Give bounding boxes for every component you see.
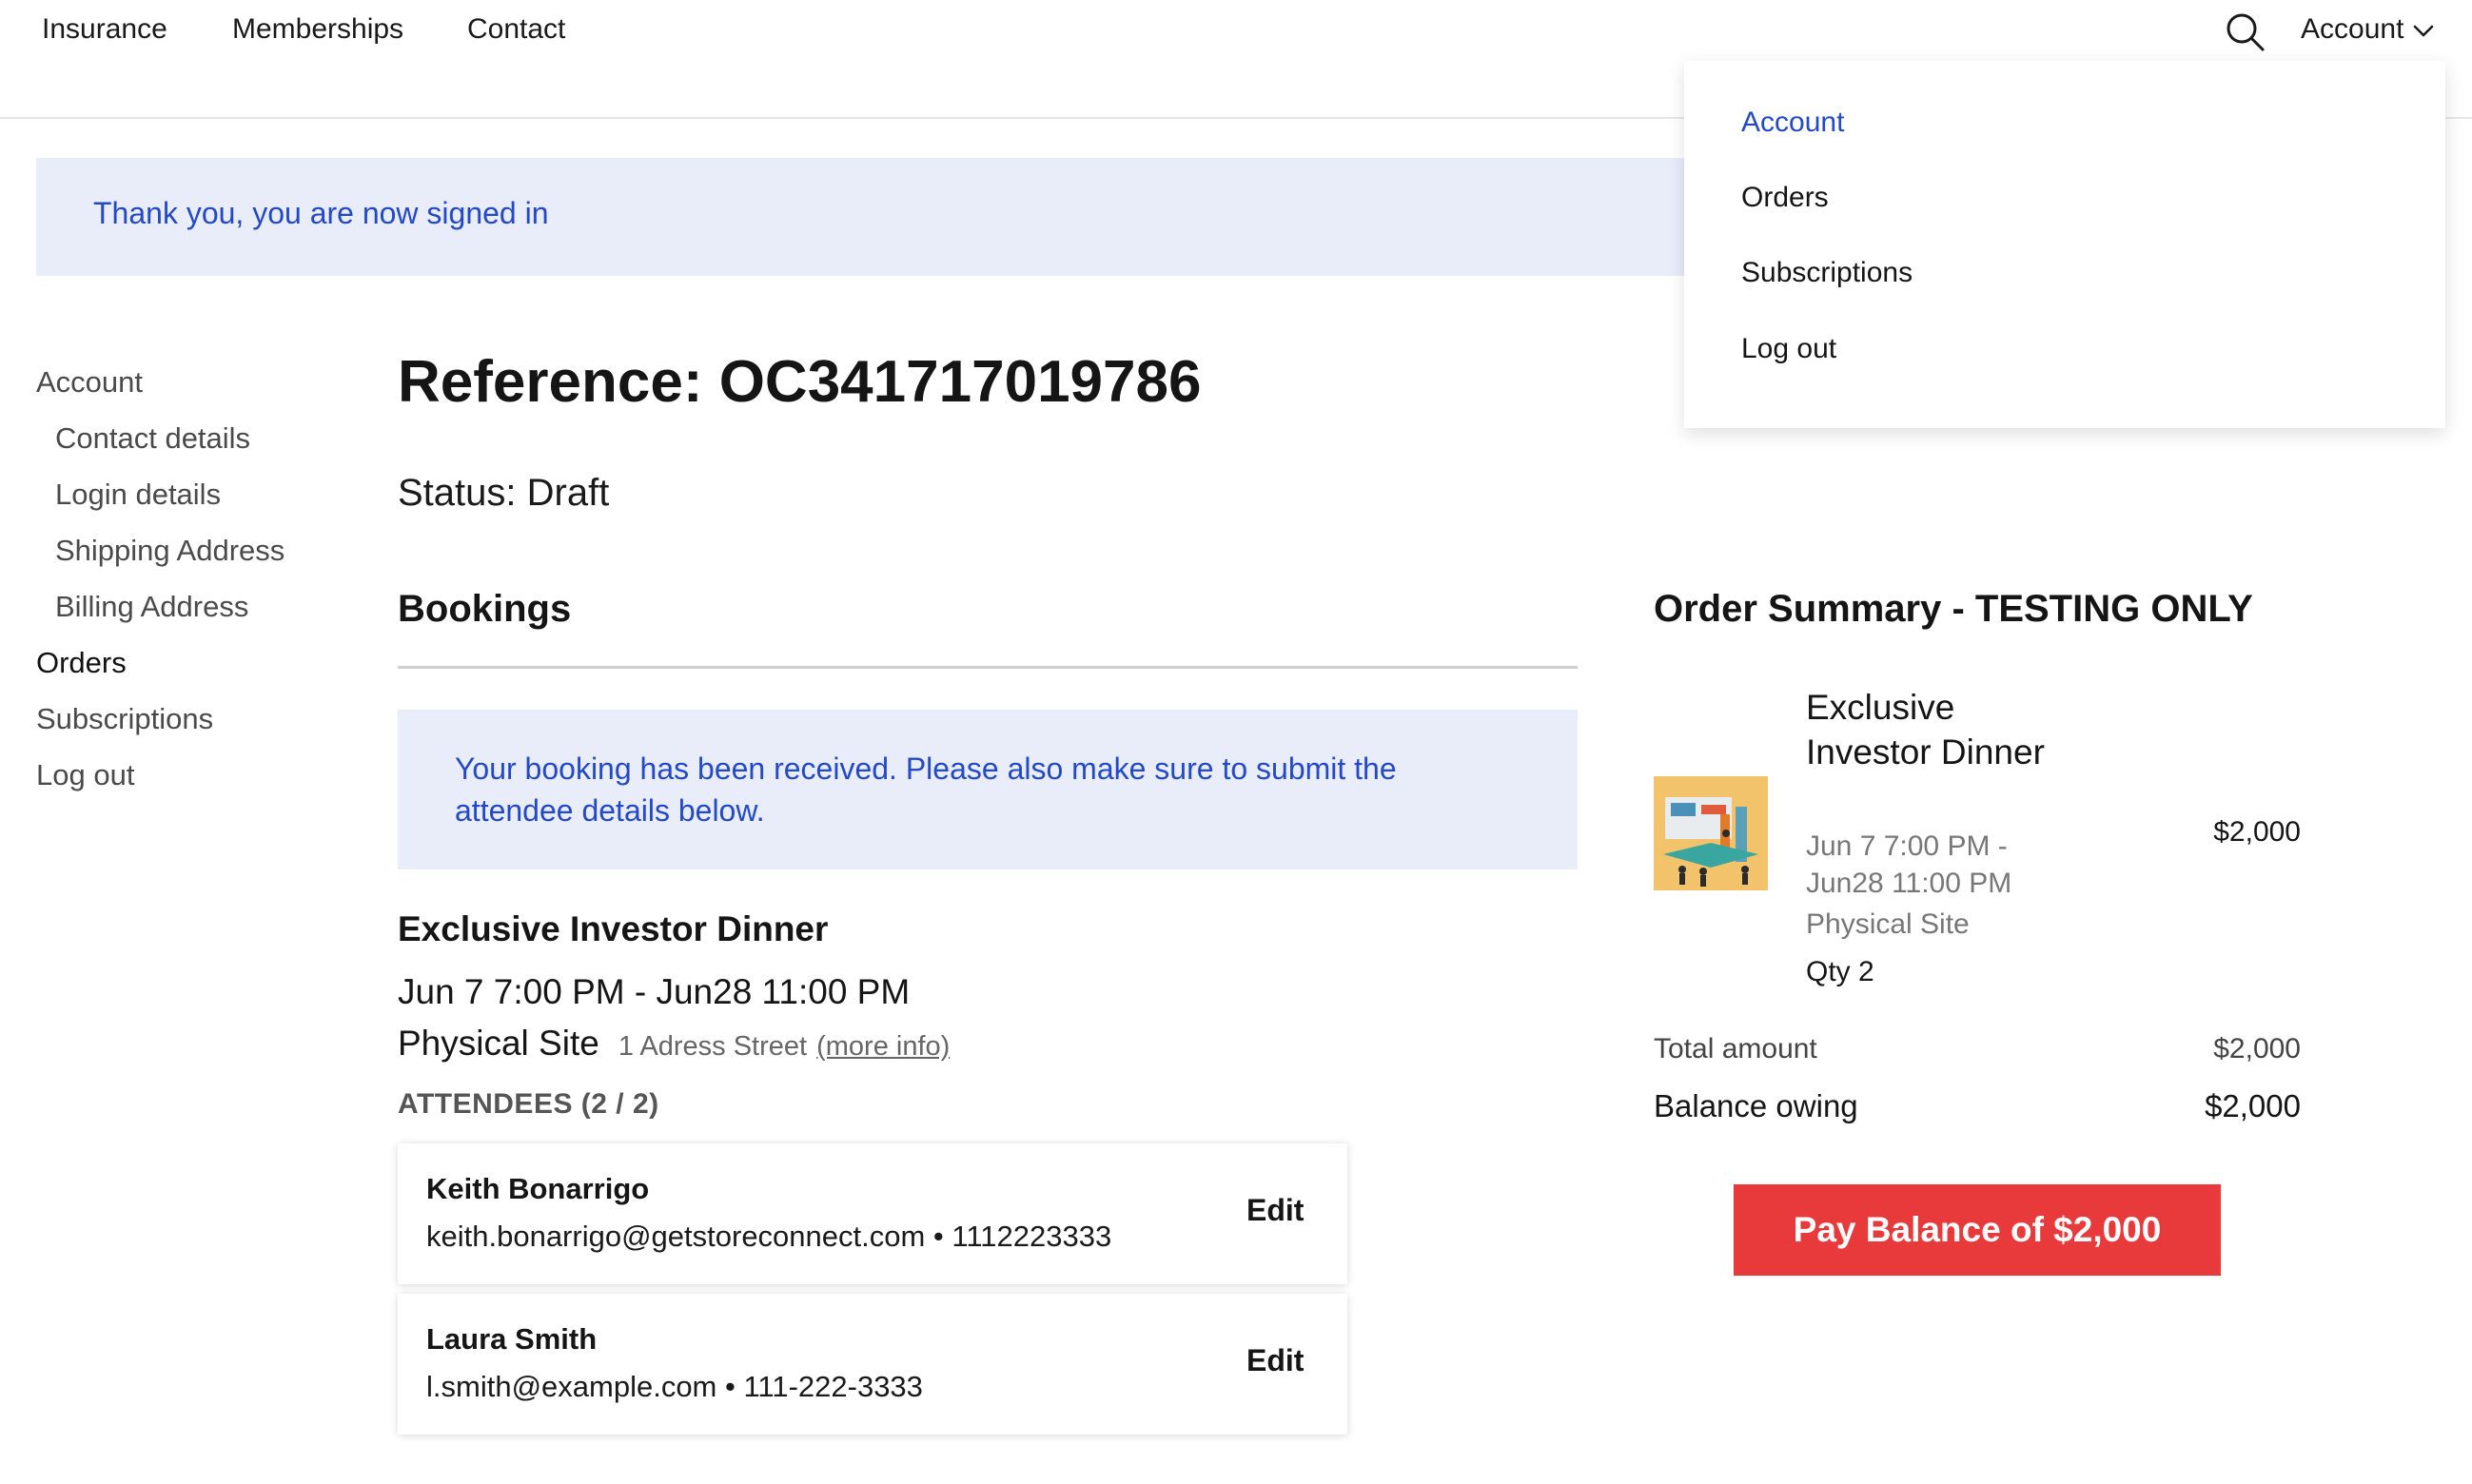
summary-item-name: Exclusive Investor Dinner [1806,688,2045,771]
attendee-contact: l.smith@example.com • 111-222-3333 [426,1370,923,1403]
balance-owing-label: Balance owing [1654,1088,1858,1123]
attendee-name: Laura Smith [426,1322,598,1356]
event-name: Exclusive Investor Dinner [398,909,829,948]
event-site-name: Physical Site [398,1024,599,1063]
summary-item-quantity: Qty 2 [1806,956,1874,987]
booking-alert: Your booking has been received. Please a… [398,710,1578,869]
event-dates: Jun 7 7:00 PM - Jun28 11:00 PM [398,972,911,1011]
total-amount-row: Total amount $2,000 [1654,1033,2301,1065]
more-info-link[interactable]: (more info) [816,1031,950,1063]
attendee-contact: keith.bonarrigo@getstoreconnect.com • 11… [426,1220,1112,1253]
sidebar-item-orders[interactable]: Orders [36,646,127,680]
sidebar-item-subscriptions[interactable]: Subscriptions [36,702,213,736]
chevron-down-icon [2413,13,2434,46]
dropdown-item-orders[interactable]: Orders [1741,182,1829,214]
attendees-heading: ATTENDEES (2 / 2) [398,1088,659,1120]
event-address: 1 Adress Street [618,1031,808,1062]
sidebar-item-login-details[interactable]: Login details [55,478,221,512]
signin-alert-text: Thank you, you are now signed in [93,196,549,230]
order-status: Status: Draft [398,472,610,514]
order-reference-title: Reference: OC341717019786 [398,349,1202,415]
summary-item-price: $2,000 [2213,816,2301,848]
event-location: Physical Site 1 Adress Street (more info… [398,1024,950,1064]
bookings-heading: Bookings [398,588,572,630]
balance-owing-row: Balance owing $2,000 [1654,1088,2301,1124]
balance-owing-value: $2,000 [2205,1088,2301,1123]
dropdown-item-log-out[interactable]: Log out [1741,333,1836,365]
attendee-name: Keith Bonarrigo [426,1172,650,1205]
account-menu-button[interactable]: Account [2301,13,2434,46]
sidebar-item-account[interactable]: Account [36,365,143,400]
sidebar-item-log-out[interactable]: Log out [36,758,134,792]
dropdown-item-subscriptions[interactable]: Subscriptions [1741,257,1913,289]
summary-item-site: Physical Site [1806,908,1970,940]
total-amount-label: Total amount [1654,1033,1817,1064]
event-thumbnail-image [1654,776,1768,890]
edit-attendee-button[interactable]: Edit [1246,1343,1304,1378]
booking-alert-text: Your booking has been received. Please a… [455,752,1397,828]
nav-link-contact[interactable]: Contact [467,13,565,46]
order-summary-heading: Order Summary - TESTING ONLY [1654,588,2253,630]
bookings-divider [398,666,1578,669]
nav-link-insurance[interactable]: Insurance [42,13,167,46]
summary-item-dates: Jun 7 7:00 PM - Jun28 11:00 PM [1806,830,2012,899]
nav-link-memberships[interactable]: Memberships [232,13,403,46]
account-menu-label: Account [2301,13,2404,45]
attendee-card: Laura Smith l.smith@example.com • 111-22… [398,1294,1347,1435]
edit-attendee-button[interactable]: Edit [1246,1193,1304,1228]
account-dropdown-menu: Account Orders Subscriptions Log out [1684,61,2445,428]
dropdown-item-account[interactable]: Account [1741,107,1844,139]
sidebar-item-contact-details[interactable]: Contact details [55,421,250,456]
total-amount-value: $2,000 [2213,1033,2301,1064]
search-icon[interactable] [2225,11,2266,53]
sidebar-item-billing-address[interactable]: Billing Address [55,590,248,624]
pay-balance-button[interactable]: Pay Balance of $2,000 [1734,1184,2221,1276]
attendee-card: Keith Bonarrigo keith.bonarrigo@getstore… [398,1143,1347,1284]
sidebar-item-shipping-address[interactable]: Shipping Address [55,534,284,568]
